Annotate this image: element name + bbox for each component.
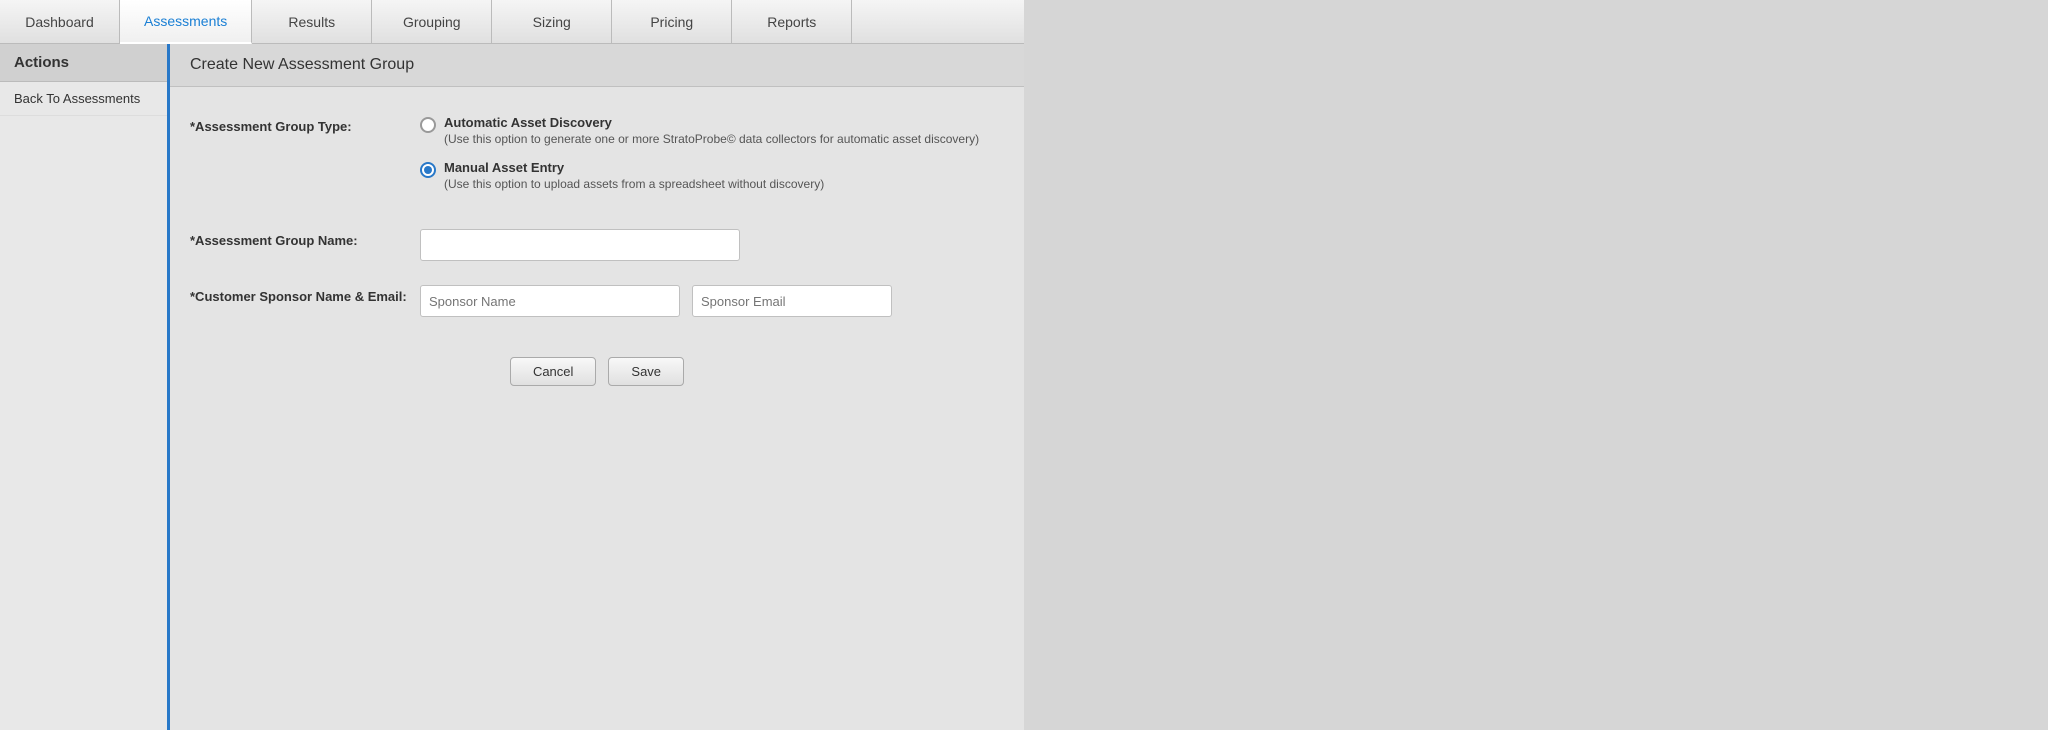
radio-auto-discovery[interactable] — [420, 117, 436, 133]
sponsor-label: *Customer Sponsor Name & Email: — [190, 285, 420, 304]
sponsor-controls — [420, 285, 1004, 317]
radio-option-auto: Automatic Asset Discovery (Use this opti… — [420, 115, 1004, 146]
assessment-group-type-controls: Automatic Asset Discovery (Use this opti… — [420, 115, 1004, 205]
sponsor-name-input[interactable] — [420, 285, 680, 317]
tab-assessments[interactable]: Assessments — [120, 0, 252, 44]
tab-reports[interactable]: Reports — [732, 0, 852, 43]
sponsor-inputs — [420, 285, 1004, 317]
tab-results[interactable]: Results — [252, 0, 372, 43]
tab-bar: Dashboard Assessments Results Grouping S… — [0, 0, 1024, 44]
form-area: *Assessment Group Type: Automatic Asset … — [170, 87, 1024, 730]
assessment-group-name-controls — [420, 229, 1004, 261]
radio-auto-title: Automatic Asset Discovery — [444, 115, 979, 130]
sidebar-header: Actions — [0, 44, 167, 82]
tab-sizing[interactable]: Sizing — [492, 0, 612, 43]
sponsor-email-input[interactable] — [692, 285, 892, 317]
content-area: Create New Assessment Group *Assessment … — [170, 44, 1024, 730]
assessment-group-name-row: *Assessment Group Name: — [190, 229, 1004, 261]
tab-dashboard[interactable]: Dashboard — [0, 0, 120, 43]
button-row: Cancel Save — [190, 357, 1004, 406]
sidebar-item-back-to-assessments[interactable]: Back To Assessments — [0, 82, 167, 116]
tab-pricing[interactable]: Pricing — [612, 0, 732, 43]
radio-manual-entry[interactable] — [420, 162, 436, 178]
radio-auto-desc: (Use this option to generate one or more… — [444, 132, 979, 146]
radio-manual-title: Manual Asset Entry — [444, 160, 824, 175]
assessment-group-type-row: *Assessment Group Type: Automatic Asset … — [190, 115, 1004, 205]
radio-manual-desc: (Use this option to upload assets from a… — [444, 177, 824, 191]
assessment-group-name-label: *Assessment Group Name: — [190, 229, 420, 248]
assessment-group-type-label: *Assessment Group Type: — [190, 115, 420, 134]
radio-option-manual: Manual Asset Entry (Use this option to u… — [420, 160, 1004, 191]
form-title: Create New Assessment Group — [170, 44, 1024, 87]
cancel-button[interactable]: Cancel — [510, 357, 596, 386]
main-layout: Actions Back To Assessments Create New A… — [0, 44, 1024, 730]
tab-grouping[interactable]: Grouping — [372, 0, 492, 43]
assessment-group-name-input[interactable] — [420, 229, 740, 261]
sponsor-row: *Customer Sponsor Name & Email: — [190, 285, 1004, 317]
save-button[interactable]: Save — [608, 357, 684, 386]
sidebar: Actions Back To Assessments — [0, 44, 170, 730]
